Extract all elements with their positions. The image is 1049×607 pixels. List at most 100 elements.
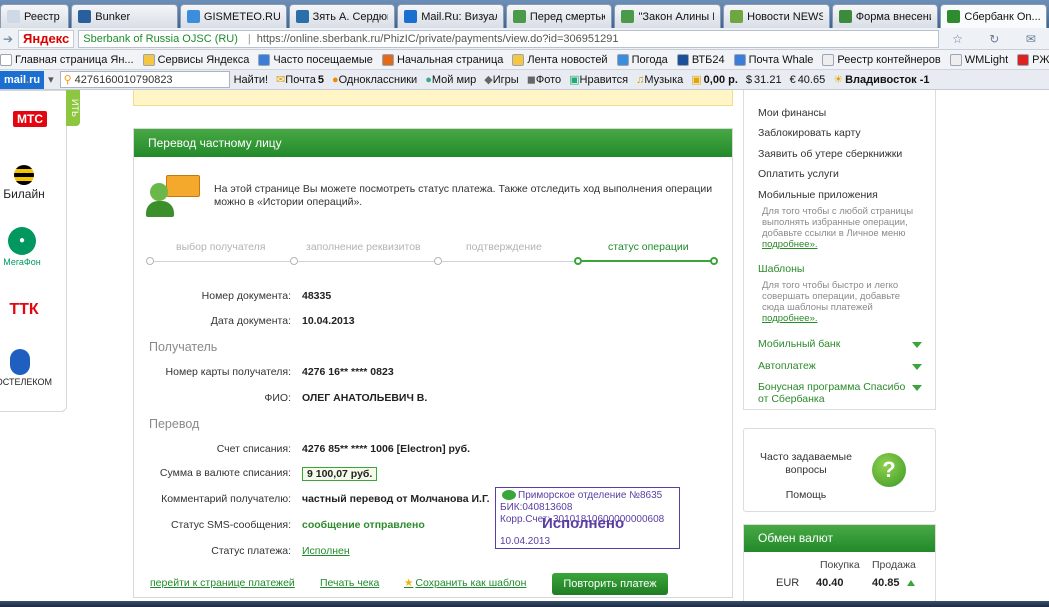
- bookmark-item[interactable]: Начальная страница: [381, 53, 503, 66]
- photo-link[interactable]: ◼ Фото: [527, 73, 561, 87]
- action-row: перейти к странице платежей Печать чека …: [134, 573, 734, 601]
- operator-ttk[interactable]: ТТК: [0, 301, 54, 319]
- browser-tab[interactable]: Форма внесения ...: [831, 4, 939, 28]
- weather-link[interactable]: ☀ Владивосток -1: [833, 73, 929, 87]
- mobile-apps-link[interactable]: Мобильные приложения: [758, 189, 878, 201]
- browser-tab[interactable]: Сбербанк On...: [940, 4, 1048, 28]
- browser-tab[interactable]: Реестр контейне...: [0, 4, 70, 28]
- status-link[interactable]: Исполнен: [302, 545, 350, 557]
- eur-rate[interactable]: €40.65: [790, 74, 826, 86]
- bookmark-icon: [512, 53, 525, 66]
- tab-favicon-icon: [838, 10, 852, 23]
- operator-megafon[interactable]: ● МегаФон: [0, 227, 52, 268]
- stamp-line1: Приморское отделение №8635: [518, 490, 663, 501]
- beeline-icon: [14, 165, 34, 185]
- operator-rostelecom[interactable]: РОСТЕЛЕКОМ: [0, 349, 52, 388]
- bookmark-item[interactable]: Сервисы Яндекса: [142, 53, 249, 66]
- side-green-tab[interactable]: ИТЬ: [66, 90, 80, 126]
- find-button[interactable]: Найти!: [234, 74, 268, 86]
- my-finances-link[interactable]: Мои финансы: [758, 107, 826, 119]
- bookmark-icon: [381, 53, 394, 66]
- browser-tab[interactable]: Mail.Ru: Визуаль...: [397, 4, 504, 28]
- autopay-link[interactable]: Автоплатеж: [758, 360, 816, 372]
- reload-icon[interactable]: ↻: [989, 32, 999, 46]
- site-identity[interactable]: Sberbank of Russia OJSC (RU): [83, 33, 238, 45]
- operators-sidebar: МТС Билайн ● МегаФон ТТК РОСТЕЛЕКОМ: [0, 90, 67, 412]
- more-link-1[interactable]: подробнее».: [762, 239, 818, 250]
- money-person-icon: [146, 173, 200, 217]
- star-icon[interactable]: ☆: [952, 32, 963, 46]
- games-link[interactable]: ◆ Игры: [484, 73, 518, 87]
- mobile-bank-link[interactable]: Мобильный банк: [758, 338, 840, 350]
- help-link[interactable]: Помощь: [758, 489, 854, 501]
- usd-rate[interactable]: $31.21: [746, 74, 782, 86]
- mail-link[interactable]: ✉ Почта 5: [276, 73, 324, 87]
- mobile-bank-chevron-icon[interactable]: [912, 342, 922, 348]
- browser-tab[interactable]: Bunker: [71, 4, 178, 28]
- browser-tab[interactable]: Зять А. Сердюко...: [288, 4, 396, 28]
- tab-label: Реестр контейне...: [24, 10, 62, 23]
- music-icon: ♫: [636, 73, 645, 86]
- bookmark-item[interactable]: Почта Whale: [733, 53, 813, 66]
- card-number-label: Номер карты получателя:: [165, 366, 291, 378]
- bookmark-icon: [1017, 53, 1030, 66]
- os-taskbar: [0, 601, 1049, 607]
- bookmark-item[interactable]: Лента новостей: [512, 53, 608, 66]
- operator-mts[interactable]: МТС: [0, 111, 60, 127]
- faq-text[interactable]: Часто задаваемые вопросы: [758, 451, 854, 477]
- tab-label: Сбербанк On...: [964, 10, 1041, 23]
- mailru-toolbar: mail.ru ▾ ⚲ 4276160010790823 Найти! ✉ По…: [0, 70, 1049, 90]
- question-icon[interactable]: ?: [872, 453, 906, 487]
- save-template-link[interactable]: ★ Сохранить как шаблон: [404, 577, 526, 589]
- print-receipt-link[interactable]: Печать чека: [320, 577, 379, 589]
- block-card-link[interactable]: Заблокировать карту: [758, 127, 861, 139]
- pay-services-link[interactable]: Оплатить услуги: [758, 168, 839, 180]
- mail-icon[interactable]: ✉: [1026, 32, 1036, 46]
- mailru-logo[interactable]: mail.ru: [0, 70, 45, 89]
- operator-beeline[interactable]: Билайн: [0, 165, 54, 201]
- bookmark-icon: [0, 53, 12, 66]
- bookmark-item[interactable]: Часто посещаемые: [258, 53, 373, 66]
- bonus-link[interactable]: Бонусная программа Спасибо от Сбербанка: [758, 381, 906, 405]
- myworld-link[interactable]: ● Мой мир: [425, 74, 476, 86]
- browser-tab[interactable]: Новости NEWSru...: [723, 4, 830, 28]
- bonus-chevron-icon[interactable]: [912, 385, 922, 391]
- bookmark-item[interactable]: РЖД: [1017, 53, 1049, 66]
- step-choose-recipient: выбор получателя: [176, 241, 266, 253]
- bookmark-item[interactable]: ВТБ24: [676, 53, 725, 66]
- payment-card: Перевод частному лицу На этой странице В…: [133, 128, 733, 598]
- bookmark-label: Лента новостей: [527, 53, 608, 66]
- card-number-row: Номер карты получателя: 4276 16** **** 0…: [134, 366, 734, 382]
- tab-label: Bunker: [95, 10, 131, 23]
- odnoklassniki-link[interactable]: ● Одноклассники: [332, 74, 417, 86]
- templates-link[interactable]: Шаблоны: [758, 263, 804, 275]
- autopay-chevron-icon[interactable]: [912, 364, 922, 370]
- sum-row: Сумма в валюте списания: 9 100,07 руб.: [134, 467, 734, 483]
- report-passbook-link[interactable]: Заявить об утере сберкнижки: [758, 148, 902, 160]
- step-confirm: подтверждение: [466, 241, 542, 253]
- bookmark-item[interactable]: Погода: [616, 53, 668, 66]
- people-icon: ●: [425, 73, 432, 86]
- bookmark-item[interactable]: WMLight: [949, 53, 1008, 66]
- bookmark-item[interactable]: Главная страница Ян...: [0, 53, 134, 66]
- more-link-2[interactable]: подробнее».: [762, 313, 818, 324]
- to-payments-link[interactable]: перейти к странице платежей: [150, 577, 295, 589]
- yandex-logo[interactable]: Яндекс: [18, 29, 75, 48]
- rostelecom-icon: [10, 349, 30, 375]
- browser-tab[interactable]: "Закон Алины Ка...: [614, 4, 722, 28]
- balance[interactable]: ▣ 0,00 р.: [691, 73, 738, 87]
- browser-tab[interactable]: Перед смертью ...: [505, 4, 613, 28]
- fx-buy-value: 40.40: [816, 577, 844, 589]
- back-icon[interactable]: ➔: [0, 32, 16, 46]
- bookmark-icon: [142, 53, 155, 66]
- dropdown-icon[interactable]: ▾: [48, 73, 54, 86]
- mail-search-input[interactable]: ⚲ 4276160010790823: [59, 71, 230, 88]
- url-field[interactable]: Sberbank of Russia OJSC (RU) | https://o…: [78, 29, 939, 48]
- wallet-icon: ▣: [691, 74, 702, 86]
- music-link[interactable]: ♫ Музыка: [636, 74, 683, 86]
- bookmark-item[interactable]: Реестр контейнеров: [822, 53, 941, 66]
- url-text[interactable]: https://online.sberbank.ru/PhizIC/privat…: [257, 33, 619, 45]
- like-link[interactable]: ▣ Нравится: [569, 73, 628, 87]
- repeat-payment-button[interactable]: Повторить платеж: [552, 573, 668, 595]
- browser-tab[interactable]: GISMETEO.RU: П...: [179, 4, 287, 28]
